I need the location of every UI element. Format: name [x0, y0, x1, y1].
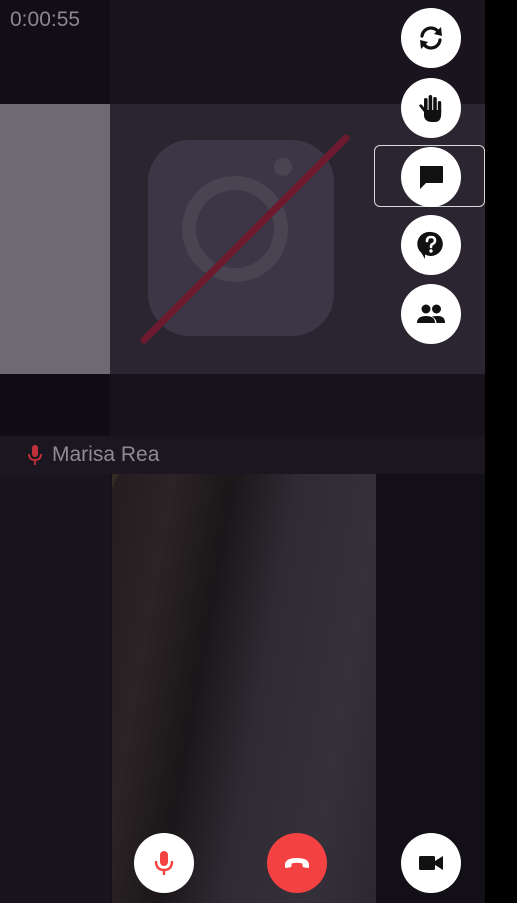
- remote-tile-side-panel: [0, 104, 110, 374]
- mid-band-left: [0, 374, 110, 436]
- chat-button[interactable]: [401, 147, 461, 207]
- participants-button[interactable]: [401, 284, 461, 344]
- chat-icon: [420, 166, 443, 189]
- participant-name-bar: Marisa Rea: [0, 436, 485, 474]
- participant-name: Marisa Rea: [52, 443, 160, 466]
- video-feed-detail: [112, 474, 189, 521]
- video-camera-icon: [419, 856, 443, 870]
- raise-hand-button[interactable]: [401, 78, 461, 138]
- participants-icon: [417, 304, 445, 323]
- camera-off-icon: [148, 140, 334, 336]
- camera-lens-dot: [274, 158, 292, 176]
- end-call-icon: [285, 858, 309, 868]
- call-timer: 0:00:55: [10, 8, 81, 31]
- microphone-icon: [28, 445, 42, 465]
- help-button[interactable]: [401, 215, 461, 275]
- switch-camera-button[interactable]: [401, 8, 461, 68]
- video-call-screen: Marisa Rea 0:00:55: [0, 0, 485, 903]
- camera-lens-ring: [182, 176, 288, 282]
- raise-hand-icon: [419, 95, 442, 122]
- help-icon: [417, 231, 443, 259]
- microphone-icon: [154, 851, 174, 875]
- switch-camera-icon: [420, 26, 442, 50]
- local-tile-left-panel: [0, 474, 110, 903]
- video-camera-button[interactable]: [401, 833, 461, 893]
- microphone-button[interactable]: [134, 833, 194, 893]
- end-call-button[interactable]: [267, 833, 327, 893]
